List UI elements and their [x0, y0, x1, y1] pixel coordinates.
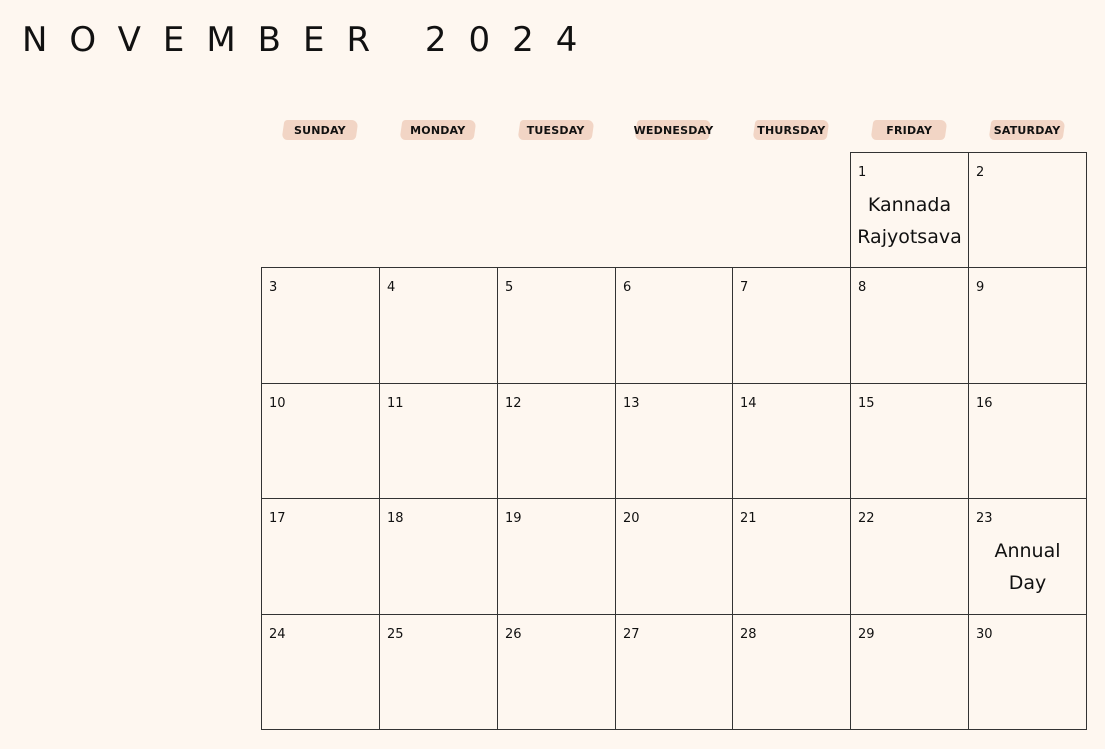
day-number: 13 [623, 396, 640, 411]
calendar-day-cell[interactable]: 16 [968, 383, 1087, 499]
day-number: 20 [623, 511, 640, 526]
weekday-label: WEDNESDAY [615, 114, 733, 146]
day-number: 27 [623, 627, 640, 642]
day-number: 14 [740, 396, 757, 411]
day-number: 15 [858, 396, 875, 411]
calendar-day-cell[interactable]: 30 [968, 614, 1087, 730]
calendar-title: NOVEMBER 2024 [22, 20, 600, 60]
day-number: 7 [740, 280, 749, 295]
day-number: 16 [976, 396, 993, 411]
calendar-day-cell[interactable]: 24 [261, 614, 380, 730]
day-number: 29 [858, 627, 875, 642]
day-number: 5 [505, 280, 514, 295]
calendar-day-cell[interactable]: 1 Kannada Rajyotsava [850, 152, 969, 268]
day-number: 24 [269, 627, 286, 642]
day-number: 9 [976, 280, 985, 295]
day-number: 12 [505, 396, 522, 411]
calendar-day-cell[interactable]: 23 Annual Day [968, 498, 1087, 615]
calendar-grid: 1 Kannada Rajyotsava 2 3 4 5 6 7 8 9 10 11 12 13 14 15 1… [261, 152, 1087, 730]
calendar-day-cell[interactable]: 2 [968, 152, 1087, 268]
calendar-day-cell[interactable]: 3 [261, 267, 380, 384]
weekday-label: FRIDAY [850, 114, 968, 146]
calendar-day-cell[interactable]: 9 [968, 267, 1087, 384]
day-number: 25 [387, 627, 404, 642]
day-number: 8 [858, 280, 867, 295]
day-number: 22 [858, 511, 875, 526]
calendar-day-cell[interactable]: 19 [497, 498, 616, 615]
day-event: Kannada Rajyotsava [857, 194, 962, 248]
day-number: 17 [269, 511, 286, 526]
day-number: 10 [269, 396, 286, 411]
day-number: 4 [387, 280, 396, 295]
weekday-label: MONDAY [379, 114, 497, 146]
calendar-day-cell[interactable]: 28 [732, 614, 851, 730]
day-number: 28 [740, 627, 757, 642]
calendar-day-cell[interactable]: 29 [850, 614, 969, 730]
weekday-label: SUNDAY [261, 114, 379, 146]
weekday-header-row: SUNDAY MONDAY TUESDAY WEDNESDAY THURSDAY FRID… [261, 114, 1086, 146]
calendar-day-cell[interactable]: 13 [615, 383, 733, 499]
weekday-label-text: SATURDAY [993, 123, 1061, 137]
weekday-label-text: THURSDAY [757, 123, 826, 137]
day-number: 18 [387, 511, 404, 526]
day-number: 26 [505, 627, 522, 642]
day-number: 21 [740, 511, 757, 526]
calendar-day-cell[interactable]: 17 [261, 498, 380, 615]
calendar-day-cell[interactable]: 15 [850, 383, 969, 499]
day-number: 2 [976, 165, 985, 180]
calendar-day-cell[interactable]: 22 [850, 498, 969, 615]
weekday-label-text: TUESDAY [526, 123, 585, 137]
day-number: 11 [387, 396, 404, 411]
calendar-day-cell[interactable]: 11 [379, 383, 498, 499]
day-number: 19 [505, 511, 522, 526]
calendar-day-cell[interactable]: 20 [615, 498, 733, 615]
day-event: Annual Day [994, 540, 1061, 594]
weekday-label: THURSDAY [732, 114, 850, 146]
weekday-label-text: FRIDAY [886, 123, 933, 137]
calendar-day-cell[interactable]: 18 [379, 498, 498, 615]
calendar-day-cell[interactable]: 26 [497, 614, 616, 730]
calendar-day-cell[interactable]: 5 [497, 267, 616, 384]
calendar-day-cell[interactable]: 14 [732, 383, 851, 499]
calendar-day-cell[interactable]: 12 [497, 383, 616, 499]
day-number: 1 [858, 165, 867, 180]
weekday-label-text: MONDAY [410, 123, 466, 137]
weekday-label-text: SUNDAY [294, 123, 346, 137]
calendar-day-cell[interactable]: 27 [615, 614, 733, 730]
day-number: 30 [976, 627, 993, 642]
calendar-day-cell[interactable]: 7 [732, 267, 851, 384]
calendar-day-cell[interactable]: 6 [615, 267, 733, 384]
calendar-day-cell[interactable]: 21 [732, 498, 851, 615]
weekday-label-text: WEDNESDAY [633, 123, 714, 137]
calendar-day-cell[interactable]: 10 [261, 383, 380, 499]
calendar-day-cell[interactable]: 25 [379, 614, 498, 730]
calendar-day-cell[interactable]: 4 [379, 267, 498, 384]
weekday-label: SATURDAY [968, 114, 1086, 146]
day-number: 6 [623, 280, 632, 295]
day-number: 3 [269, 280, 278, 295]
day-number: 23 [976, 511, 993, 526]
calendar-day-cell[interactable]: 8 [850, 267, 969, 384]
weekday-label: TUESDAY [497, 114, 615, 146]
